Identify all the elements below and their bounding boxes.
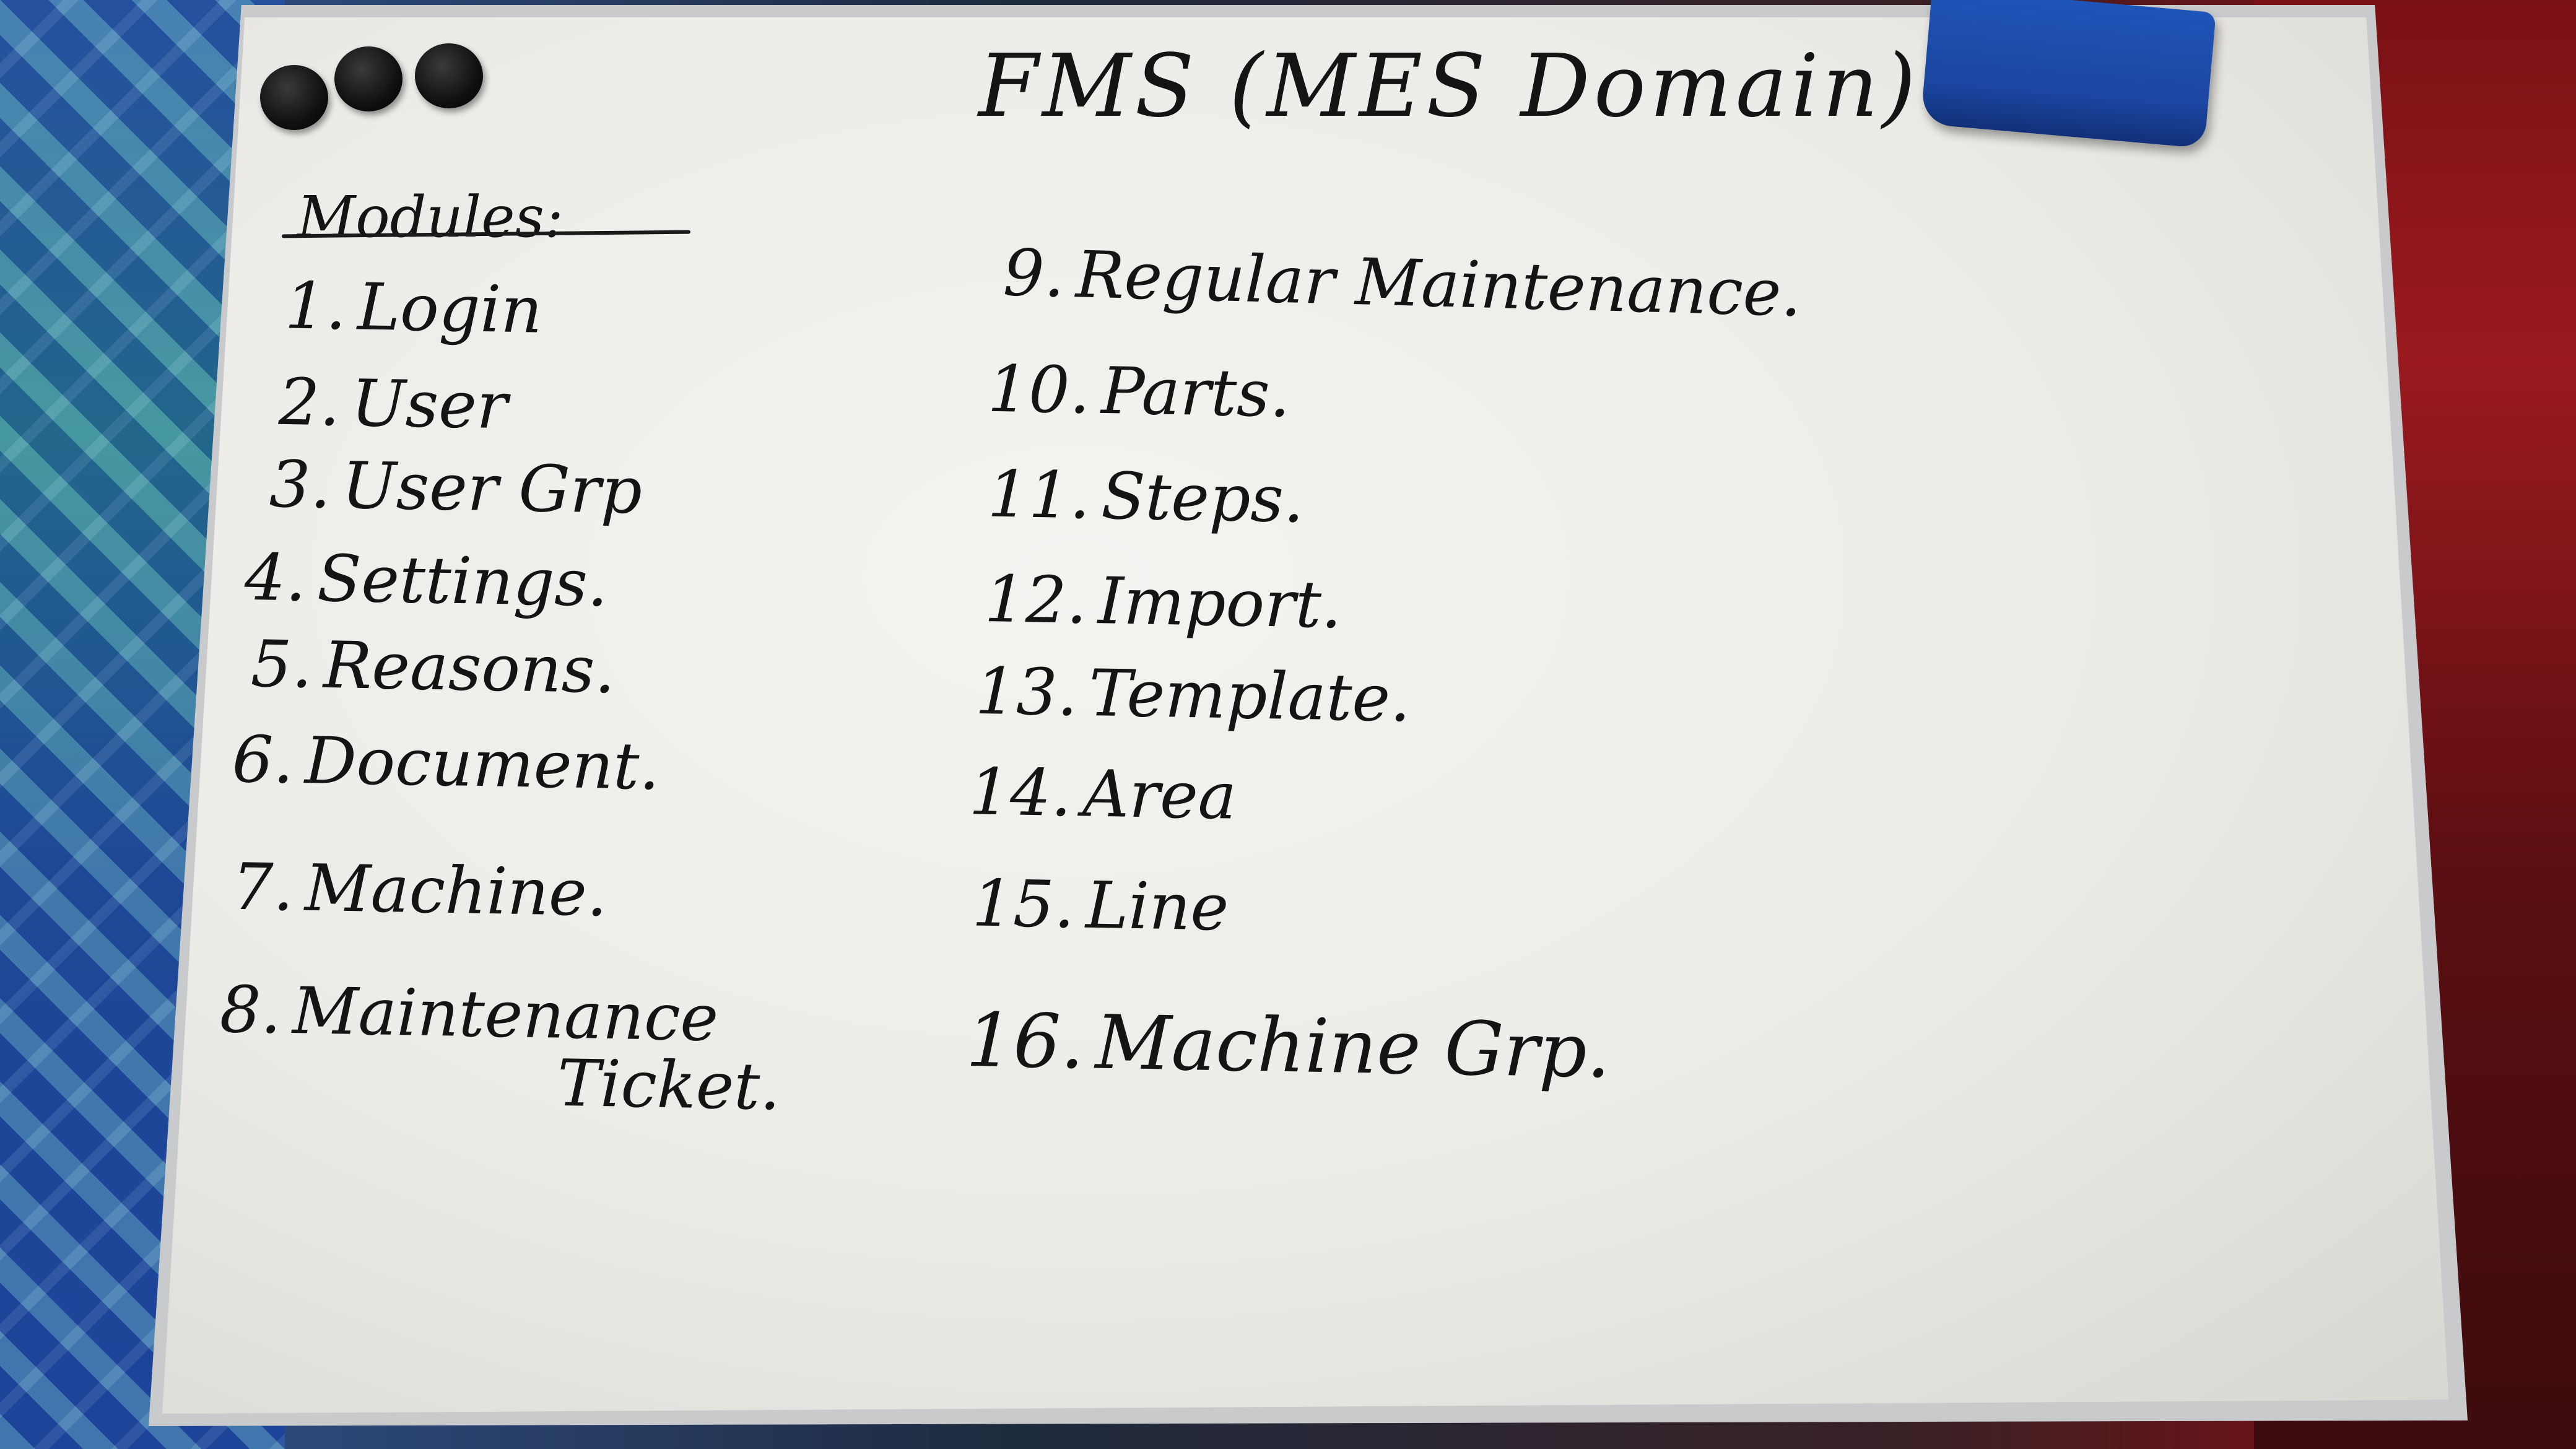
module-number: 3. — [268, 446, 332, 523]
module-label: Document. — [304, 723, 661, 805]
module-number: 15. — [971, 865, 1076, 943]
module-number: 7. — [231, 848, 295, 926]
module-item: 11. Steps. — [986, 456, 1305, 537]
module-label: Machine. — [304, 850, 608, 931]
module-item: 10. Parts. — [986, 350, 1291, 432]
module-label: Machine Grp. — [1094, 999, 1611, 1095]
module-label: User Grp — [341, 447, 643, 529]
module-item: 2. User — [277, 363, 508, 443]
module-item: 1. Login — [284, 268, 543, 347]
module-item: 7. Machine. — [231, 848, 608, 931]
module-label: Import. — [1097, 563, 1342, 643]
module-label: Maintenance — [292, 973, 720, 1056]
module-label: Area — [1082, 755, 1237, 834]
module-number: 1. — [284, 268, 347, 345]
module-number: 14. — [968, 754, 1073, 832]
module-item: 14. Area — [968, 754, 1237, 834]
photo-scene: FMS (MES Domain) Modules: 1. Login 2. User… — [0, 0, 2576, 1449]
module-item: 15. Line — [971, 865, 1229, 945]
module-number: 11. — [986, 456, 1091, 534]
module-item: 4. Settings. — [243, 539, 609, 621]
module-label: Template. — [1088, 655, 1412, 737]
module-item: 16. Machine Grp. — [965, 997, 1611, 1095]
module-number: 10. — [986, 350, 1091, 429]
module-number: 4. — [243, 539, 307, 616]
module-number: 16. — [965, 997, 1086, 1086]
module-item: 6. Document. — [231, 721, 660, 804]
module-number: 2. — [277, 363, 341, 441]
module-item-continuation: Ticket. — [556, 1045, 781, 1125]
module-number: 5. — [250, 625, 313, 703]
module-label: Reasons. — [323, 627, 616, 708]
whiteboard-eraser — [1920, 0, 2216, 149]
module-item: 13. Template. — [974, 653, 1411, 736]
module-number: 9. — [1002, 235, 1066, 312]
module-label: Settings. — [316, 540, 609, 622]
module-number: 12. — [983, 560, 1088, 638]
magnet-1 — [260, 65, 328, 130]
module-number: 13. — [974, 653, 1079, 731]
module-number: 8. — [219, 971, 282, 1048]
module-label: Parts. — [1100, 352, 1291, 432]
module-label: Login — [357, 269, 543, 348]
module-label: User — [350, 365, 508, 444]
module-item: 12. Import. — [983, 560, 1342, 643]
module-item: 8. Maintenance — [219, 971, 719, 1056]
module-number: 6. — [231, 721, 295, 798]
magnet-2 — [334, 46, 402, 111]
module-label: Line — [1085, 867, 1230, 946]
module-item: 3. User Grp — [268, 446, 643, 528]
module-item: 5. Reasons. — [250, 625, 616, 708]
board-title: FMS (MES Domain) — [978, 36, 1920, 137]
magnet-3 — [415, 43, 483, 108]
module-label: Steps. — [1100, 458, 1305, 537]
module-item: 9. Regular Maintenance. — [1002, 235, 1803, 331]
